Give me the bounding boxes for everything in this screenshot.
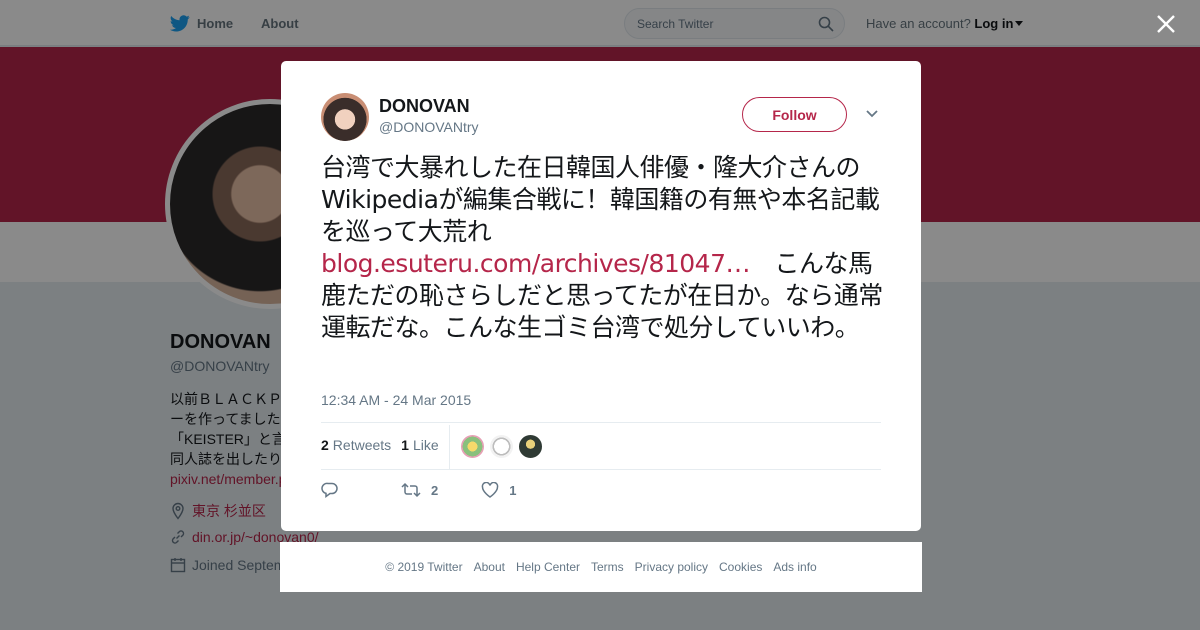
footer: © 2019 Twitter About Help Center Terms P… bbox=[280, 542, 922, 592]
follow-button[interactable]: Follow bbox=[742, 97, 847, 132]
tweet-text: 台湾で大暴れした在日韓国人俳優・隆大介さんのWikipediaが編集合戦に！韓国… bbox=[321, 152, 883, 344]
tweet-author-handle[interactable]: @DONOVANtry bbox=[379, 119, 479, 135]
divider bbox=[321, 469, 881, 470]
footer-help-link[interactable]: Help Center bbox=[516, 560, 580, 574]
likes-label: Like bbox=[412, 437, 439, 453]
likes-count: 1 bbox=[401, 437, 409, 453]
divider bbox=[321, 422, 881, 423]
like-count: 1 bbox=[509, 482, 517, 498]
retweets-count: 2 bbox=[321, 437, 329, 453]
tweet-text-part: 台湾で大暴れした在日韓国人俳優・隆大介さんのWikipediaが編集合戦に！韓国… bbox=[321, 153, 880, 246]
tweet-actions: 2 1 bbox=[321, 481, 516, 499]
engager-avatar[interactable] bbox=[460, 434, 485, 459]
footer-cookies-link[interactable]: Cookies bbox=[719, 560, 762, 574]
tweet-link[interactable]: blog.esuteru.com/archives/81047… bbox=[321, 249, 750, 278]
chevron-down-icon[interactable] bbox=[865, 109, 879, 119]
retweets-label: Retweets bbox=[332, 437, 392, 453]
reply-icon bbox=[321, 482, 338, 498]
reply-button[interactable] bbox=[321, 481, 339, 499]
tweet-author-avatar[interactable] bbox=[321, 93, 369, 141]
heart-icon bbox=[481, 482, 499, 498]
footer-about-link[interactable]: About bbox=[474, 560, 505, 574]
retweet-button[interactable]: 2 bbox=[401, 481, 438, 499]
engager-avatar[interactable] bbox=[489, 434, 514, 459]
tweet-author-name[interactable]: DONOVAN bbox=[379, 96, 470, 117]
like-button[interactable]: 1 bbox=[481, 482, 516, 498]
tweet-stats: 2 Retweets 1 Like bbox=[321, 437, 439, 453]
footer-privacy-link[interactable]: Privacy policy bbox=[635, 560, 708, 574]
footer-terms-link[interactable]: Terms bbox=[591, 560, 624, 574]
engager-avatars bbox=[460, 434, 547, 459]
stats-separator bbox=[449, 425, 450, 469]
retweet-icon bbox=[401, 482, 421, 498]
engager-avatar[interactable] bbox=[518, 434, 543, 459]
retweets-stat[interactable]: 2 Retweets bbox=[321, 437, 391, 453]
likes-stat[interactable]: 1 Like bbox=[401, 437, 438, 453]
footer-copyright: © 2019 Twitter bbox=[385, 560, 463, 574]
retweet-count: 2 bbox=[431, 482, 439, 498]
tweet-modal: DONOVAN @DONOVANtry Follow 台湾で大暴れした在日韓国人… bbox=[281, 61, 921, 531]
close-icon[interactable] bbox=[1154, 12, 1178, 36]
tweet-timestamp[interactable]: 12:34 AM - 24 Mar 2015 bbox=[321, 392, 471, 408]
footer-ads-link[interactable]: Ads info bbox=[773, 560, 816, 574]
